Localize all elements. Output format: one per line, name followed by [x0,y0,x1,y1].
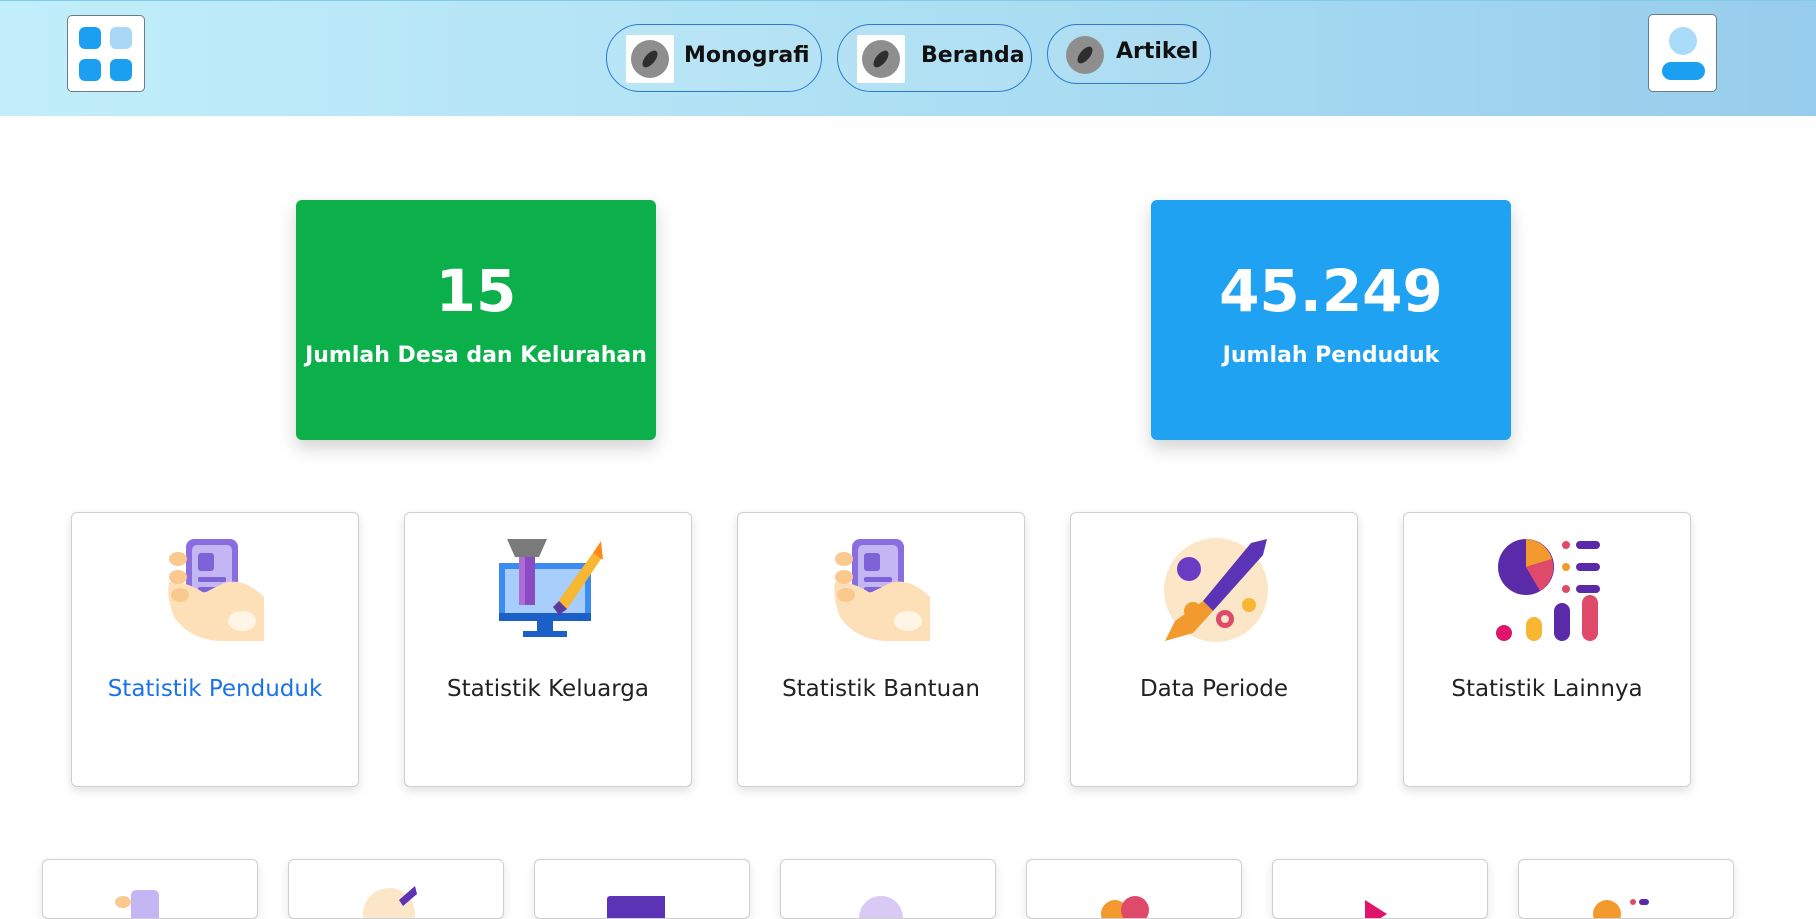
browser-window-icon [607,896,665,918]
stat-card-villages: 15 Jumlah Desa dan Kelurahan [296,200,656,440]
palette-brush-icon [363,886,417,918]
menu-card-title: Data Periode [1139,676,1289,702]
user-account-button[interactable] [1648,14,1717,92]
charts-icon [1593,899,1649,918]
user-avatar-icon [1669,27,1697,55]
apps-grid-square [110,59,132,81]
menu-card-row2-1[interactable] [42,859,258,919]
menu-card-statistik-bantuan[interactable]: Statistik Bantuan [737,512,1025,787]
stat-value: 45.249 [1219,257,1443,325]
menu-card-row2-6[interactable] [1272,859,1488,919]
menu-card-statistik-penduduk[interactable]: Statistik Penduduk [71,512,359,787]
menu-card-title: Statistik Bantuan [782,676,980,702]
phone-hand-icon [834,539,930,641]
menu-card-row2-4[interactable] [780,859,996,919]
menu-card-statistik-lainnya[interactable]: Statistik Lainnya [1403,512,1691,787]
menu-card-title: Statistik Penduduk [107,676,323,702]
apps-grid-square [79,59,101,81]
compass-icon [626,35,674,83]
apps-grid-square [110,27,132,49]
charts-icon [1496,539,1600,641]
menu-card-row2-2[interactable] [288,859,504,919]
person-icon [859,896,903,918]
apps-menu-button[interactable] [67,15,145,92]
stat-value: 15 [435,257,517,325]
nav-label: Artikel [1116,39,1199,64]
palette-brush-icon [1164,538,1268,642]
nav-label: Beranda [921,43,1025,68]
stat-caption: Jumlah Penduduk [1222,343,1440,368]
menu-card-statistik-keluarga[interactable]: Statistik Keluarga [404,512,692,787]
menu-card-row2-7[interactable] [1518,859,1734,919]
play-icon [1365,900,1387,918]
apps-grid-icon [79,27,101,49]
top-navbar: Monografi Beranda Artikel [0,0,1816,116]
menu-card-title: Statistik Lainnya [1451,676,1643,702]
user-avatar-body [1662,62,1705,80]
hearts-icon [1101,896,1149,918]
nav-artikel[interactable]: Artikel [1047,24,1211,84]
compass-icon [857,35,905,83]
nav-beranda[interactable]: Beranda [837,24,1032,92]
compass-icon [1065,35,1105,75]
stat-card-population: 45.249 Jumlah Penduduk [1151,200,1511,440]
nav-monografi[interactable]: Monografi [606,24,822,92]
phone-hand-icon [115,890,159,918]
nav-label: Monografi [684,43,810,68]
menu-card-data-periode[interactable]: Data Periode [1070,512,1358,787]
monitor-brush-icon [499,539,603,637]
phone-hand-icon [168,539,264,641]
menu-card-row2-5[interactable] [1026,859,1242,919]
menu-card-title: Statistik Keluarga [446,676,650,702]
stat-caption: Jumlah Desa dan Kelurahan [305,343,647,368]
menu-card-row2-3[interactable] [534,859,750,919]
